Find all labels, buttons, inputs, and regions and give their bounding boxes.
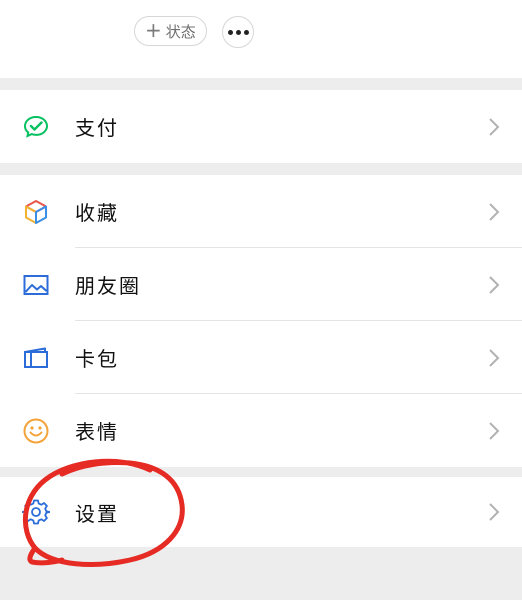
chevron-right-icon [488, 117, 500, 137]
chevron-right-icon [488, 275, 500, 295]
menu-item-pay-label: 支付 [75, 116, 119, 140]
menu-group-pay: 支付 [0, 90, 522, 163]
status-label: 状态 [165, 22, 196, 41]
menu-group-settings: 设置 [0, 477, 522, 547]
photo-icon [22, 271, 50, 299]
menu-item-cards[interactable]: 卡包 [0, 321, 522, 394]
menu-item-stickers-label: 表情 [75, 420, 119, 444]
menu-item-favorites-label: 收藏 [75, 201, 119, 225]
menu-item-cards-label: 卡包 [75, 347, 119, 371]
add-status-button[interactable]: + 状态 [134, 16, 207, 46]
profile-header: + 状态 [0, 0, 522, 78]
menu-item-stickers[interactable]: 表情 [0, 394, 522, 467]
chevron-right-icon [488, 202, 500, 222]
more-dots-icon [227, 29, 233, 35]
chevron-right-icon [488, 421, 500, 441]
menu-group-main: 收藏 朋友圈 卡包 表情 [0, 175, 522, 467]
menu-item-moments-label: 朋友圈 [75, 274, 141, 298]
gear-icon [22, 498, 50, 526]
menu-item-favorites[interactable]: 收藏 [0, 175, 522, 248]
menu-item-pay[interactable]: 支付 [0, 90, 522, 163]
wechat-pay-icon [22, 113, 50, 141]
more-button[interactable] [222, 16, 254, 48]
menu-item-settings-label: 设置 [75, 501, 119, 526]
menu-item-settings[interactable]: 设置 [0, 477, 522, 547]
cube-icon [22, 198, 50, 226]
card-icon [22, 344, 50, 372]
chevron-right-icon [488, 502, 500, 522]
chevron-right-icon [488, 348, 500, 368]
plus-icon: + [145, 18, 162, 42]
smiley-icon [22, 417, 50, 445]
menu-item-moments[interactable]: 朋友圈 [0, 248, 522, 321]
